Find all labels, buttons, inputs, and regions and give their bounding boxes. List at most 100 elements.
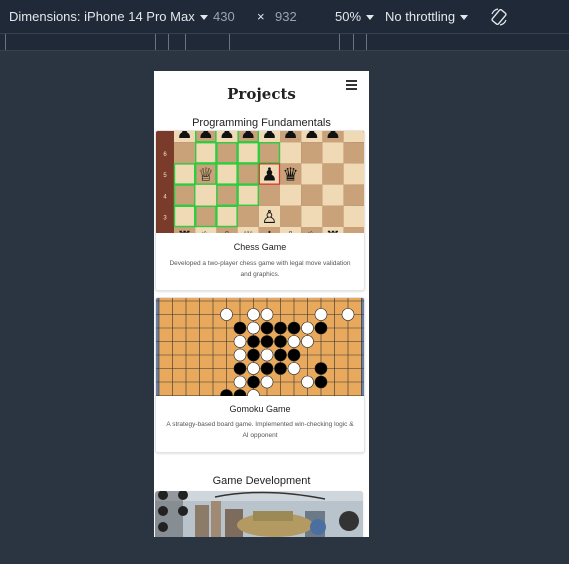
white-stone [233,348,247,362]
chess-piece: ♟ [283,131,299,143]
chess-square [174,205,196,227]
chess-piece: ♟ [240,131,256,143]
throttling-label: No throttling [385,9,456,24]
ruler-tick [155,34,156,50]
black-stone [287,321,301,335]
chess-piece: ♟ [261,131,277,143]
ruler-tick [353,34,354,50]
project-card-game-dev[interactable] [155,491,363,537]
chess-square [216,205,238,227]
card-title-gomoku: Gomoku Game [229,404,291,414]
chess-square [258,184,280,206]
ruler-tick [339,34,340,50]
white-stone [287,335,301,348]
white-stone [220,308,233,321]
chevron-down-icon [199,15,208,21]
chess-square [322,205,344,227]
black-stone [314,362,328,375]
gomoku-board-image [156,298,364,396]
section-title-programming: Programming Fundamentals [192,117,331,129]
page-header: Projects [154,71,369,117]
chess-square [322,142,344,164]
black-stone [260,321,274,335]
chess-square [174,163,196,185]
game-dev-image [155,491,363,537]
section-title-game-dev: Game Development [212,475,311,487]
card-title-chess: Chess Game [233,242,287,252]
chess-piece: ♟ [261,164,277,185]
white-stone [260,308,274,321]
chess-square [322,163,344,185]
chess-piece: ♗ [283,228,299,233]
hamburger-icon[interactable] [346,80,357,90]
card-desc-gomoku: A strategy-based board game. Implemented… [166,421,354,439]
chess-square [280,205,302,227]
chess-square [237,163,259,185]
white-stone [247,362,260,375]
white-stone [341,308,355,321]
devtools-toolbar: Dimensions: iPhone 14 Pro Max 430 × 932 … [0,0,569,33]
project-card-gomoku[interactable]: Gomoku Game A strategy-based board game.… [155,297,365,453]
card-desc-chess: Developed a two-player chess game with l… [169,260,351,278]
black-stone [260,335,274,348]
zoom-dropdown[interactable]: 50% [335,9,375,24]
width-input[interactable]: 430 [213,9,235,24]
chess-piece: ♘ [198,228,214,233]
chess-square [237,184,259,206]
chess-square [280,184,302,206]
dimensions-dropdown[interactable]: Dimensions: iPhone 14 Pro Max [9,9,208,24]
chess-square [216,163,238,185]
white-stone [287,362,301,375]
black-stone [274,348,287,362]
chess-piece: ♟ [304,131,320,143]
black-stone [287,348,301,362]
white-stone [301,335,314,348]
chess-square [343,142,364,164]
media-query-ruler [0,33,569,51]
rotate-icon[interactable] [489,8,509,26]
chess-square [195,184,217,206]
chess-piece: ♖ [325,228,341,233]
chess-square [258,142,280,164]
white-stone [247,321,260,335]
chess-piece: ♕ [240,228,256,233]
chess-piece: ♕ [198,164,214,185]
white-stone [233,375,247,389]
chess-piece: ♘ [304,228,320,233]
chess-square [216,142,238,164]
chess-piece: ♗ [219,228,235,233]
black-stone [274,335,287,348]
chess-square [174,184,196,206]
chess-square [174,142,196,164]
chess-piece: ♟ [325,131,341,143]
black-stone [314,321,328,335]
ruler-tick [366,34,367,50]
black-stone [247,348,260,362]
black-stone [247,375,260,389]
chess-piece: ♟ [198,131,214,143]
white-stone [260,375,274,389]
chess-square [322,184,344,206]
black-stone [260,362,274,375]
chess-square [301,184,323,206]
ruler-tick [5,34,6,50]
height-input[interactable]: 932 [275,9,297,24]
white-stone [314,308,328,321]
project-card-chess[interactable]: ♟♟♟♟♟♟♟♟♕♟♛♙♖♘♗♕♔♗♘♖ 6543 Chess Game Dev… [155,130,365,291]
chess-square [301,205,323,227]
chess-square [195,142,217,164]
chess-piece: ♟ [177,131,193,143]
white-stone [233,335,247,348]
chess-piece: ♖ [177,228,193,233]
throttling-dropdown[interactable]: No throttling [385,9,469,24]
black-stone [233,362,247,375]
chess-square [343,163,364,185]
white-stone [301,375,314,389]
chess-piece: ♙ [261,207,277,228]
white-stone [247,308,260,321]
chess-square [216,184,238,206]
chess-square [237,205,259,227]
chess-piece: ♔ [261,228,277,233]
chess-board-image: ♟♟♟♟♟♟♟♟♕♟♛♙♖♘♗♕♔♗♘♖ 6543 [156,131,364,233]
chess-square [343,227,364,233]
